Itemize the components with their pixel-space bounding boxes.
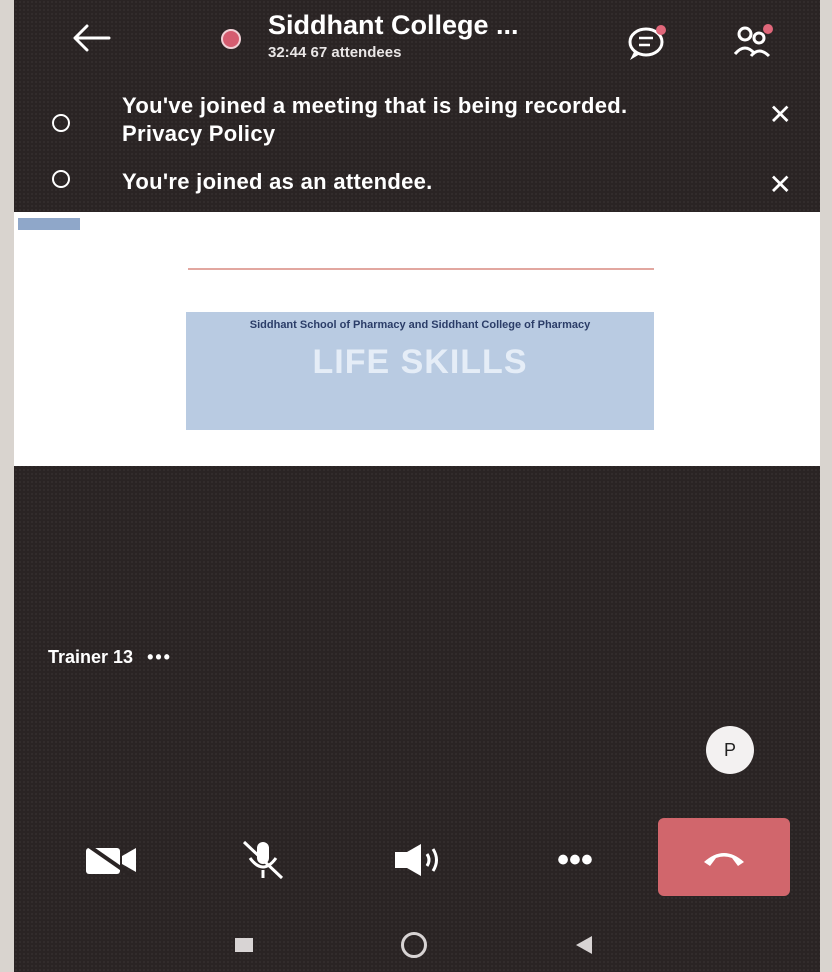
nav-home-icon[interactable] bbox=[394, 930, 434, 960]
more-label: ••• bbox=[557, 840, 593, 879]
info-icon bbox=[52, 114, 70, 132]
divider bbox=[188, 268, 654, 270]
close-icon[interactable]: ✕ bbox=[769, 168, 792, 201]
record-icon bbox=[221, 29, 241, 49]
presenter-options[interactable]: ••• bbox=[147, 647, 172, 667]
mic-off-icon[interactable] bbox=[228, 838, 298, 882]
attendee-banner-text: You're joined as an attendee. bbox=[122, 169, 433, 194]
back-arrow-icon[interactable] bbox=[66, 18, 116, 58]
meeting-title: Siddhant College ... bbox=[268, 10, 519, 40]
presenter-label: Trainer 13 ••• bbox=[48, 647, 172, 668]
more-icon[interactable]: ••• bbox=[540, 838, 610, 882]
presenter-name: Trainer 13 bbox=[48, 647, 134, 667]
video-off-icon[interactable] bbox=[76, 838, 146, 882]
avatar[interactable]: P bbox=[706, 726, 754, 774]
recording-banner-text[interactable]: You've joined a meeting that is being re… bbox=[122, 92, 662, 148]
meeting-screen: Siddhant College ... 32:44 67 attendees … bbox=[14, 0, 820, 972]
hangup-icon bbox=[704, 853, 744, 866]
speaker-icon[interactable] bbox=[384, 838, 454, 882]
nav-recent-icon[interactable] bbox=[226, 930, 262, 960]
attendee-banner: You're joined as an attendee. ✕ bbox=[14, 166, 820, 206]
slide-banner: Siddhant School of Pharmacy and Siddhant… bbox=[186, 312, 654, 430]
hangup-button[interactable] bbox=[658, 818, 790, 896]
meeting-subtitle: 32:44 67 attendees bbox=[268, 44, 402, 61]
recording-banner: You've joined a meeting that is being re… bbox=[14, 90, 820, 150]
slide-subtitle: Siddhant School of Pharmacy and Siddhant… bbox=[249, 319, 591, 331]
chat-icon[interactable] bbox=[622, 20, 674, 64]
participants-icon[interactable] bbox=[728, 20, 780, 64]
close-icon[interactable]: ✕ bbox=[769, 98, 792, 131]
slide-title: LIFE SKILLS bbox=[312, 343, 528, 381]
shared-content: Siddhant School of Pharmacy and Siddhant… bbox=[14, 212, 820, 466]
nav-back-icon[interactable] bbox=[566, 930, 602, 960]
info-icon bbox=[52, 170, 70, 188]
thumbnail-marker bbox=[18, 218, 80, 230]
